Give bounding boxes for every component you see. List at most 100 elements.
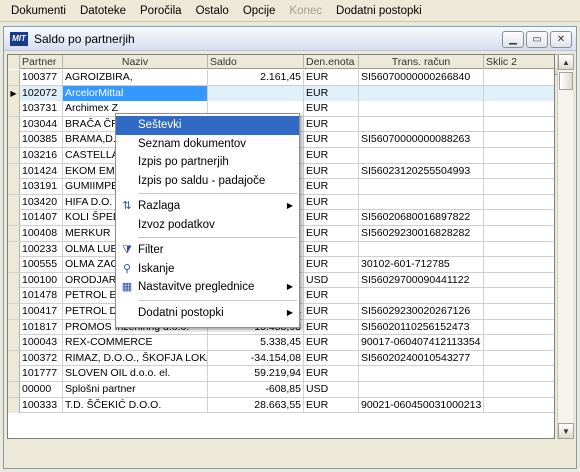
row-indicator[interactable]: [8, 179, 20, 195]
cell-partner[interactable]: 100377: [20, 70, 63, 85]
cell-saldo[interactable]: 2.161,45: [208, 70, 304, 85]
cell-naziv[interactable]: Splošni partner: [63, 382, 208, 397]
cell-partner[interactable]: 100100: [20, 272, 63, 288]
cell-partner[interactable]: 101817: [20, 319, 63, 335]
table-row[interactable]: 100333 T.D. ŠČEKIĆ D.O.O. 28.663,55 EUR 9002…: [8, 397, 554, 414]
row-indicator[interactable]: [8, 272, 20, 288]
cell-partner[interactable]: 102072: [20, 85, 63, 101]
cell-den[interactable]: EUR: [304, 288, 359, 304]
cell-partner[interactable]: 100333: [20, 397, 63, 413]
cell-sklic[interactable]: [484, 70, 554, 85]
table-row[interactable]: 101777 SLOVEN OIL d.o.o. el. 59.219,94 EUR: [8, 366, 554, 382]
cell-trans[interactable]: [359, 366, 484, 382]
row-indicator[interactable]: [8, 148, 20, 163]
cell-sklic[interactable]: [484, 273, 554, 288]
maximize-button[interactable]: ▭: [526, 31, 548, 48]
cell-saldo[interactable]: -34.154,08: [208, 350, 304, 366]
table-row[interactable]: 00000 Splošni partner -608,85 USD: [8, 382, 554, 398]
column-header-naziv[interactable]: Naziv: [63, 55, 208, 69]
menu-poro-ila[interactable]: Poročila: [133, 0, 189, 22]
cell-trans[interactable]: SI56023120255504993: [359, 163, 484, 179]
scroll-down-button[interactable]: ▼: [558, 423, 574, 439]
context-item-sestevki[interactable]: Seštevki: [116, 116, 299, 135]
menu-ostalo[interactable]: Ostalo: [189, 0, 236, 22]
cell-naziv[interactable]: ArcelorMittal: [63, 85, 208, 101]
cell-trans[interactable]: [359, 382, 484, 397]
row-indicator[interactable]: [8, 226, 20, 241]
cell-trans[interactable]: [359, 194, 484, 210]
row-indicator[interactable]: [8, 382, 20, 397]
cell-sklic[interactable]: [484, 179, 554, 194]
table-row[interactable]: 100377 AGROIZBIRA, 2.161,45 EUR SI5607000000…: [8, 70, 554, 86]
scroll-thumb[interactable]: [559, 72, 573, 90]
cell-trans[interactable]: SI56020110256152473: [359, 319, 484, 335]
context-item-izpis-po-saldu-padajoce[interactable]: Izpis po saldu - padajoče: [116, 172, 299, 191]
context-item-iskanje[interactable]: ⚲ Iskanje: [116, 260, 299, 279]
row-indicator[interactable]: [8, 163, 20, 179]
cell-partner[interactable]: 103420: [20, 194, 63, 210]
cell-sklic[interactable]: [484, 366, 554, 381]
cell-naziv[interactable]: SLOVEN OIL d.o.o. el.: [63, 366, 208, 382]
cell-den[interactable]: EUR: [304, 132, 359, 148]
scroll-up-button[interactable]: ▲: [558, 54, 574, 70]
cell-den[interactable]: EUR: [304, 194, 359, 210]
cell-den[interactable]: EUR: [304, 163, 359, 179]
cell-sklic[interactable]: [484, 257, 554, 272]
cell-sklic[interactable]: [484, 382, 554, 397]
cell-trans[interactable]: [359, 101, 484, 117]
row-indicator[interactable]: [8, 116, 20, 132]
cell-den[interactable]: EUR: [304, 335, 359, 351]
cell-naziv[interactable]: AGROIZBIRA,: [63, 70, 208, 85]
cell-den[interactable]: EUR: [304, 116, 359, 132]
cell-sklic[interactable]: [484, 304, 554, 319]
cell-sklic[interactable]: [484, 351, 554, 366]
cell-sklic[interactable]: [484, 320, 554, 335]
cell-partner[interactable]: 101424: [20, 163, 63, 179]
cell-den[interactable]: EUR: [304, 210, 359, 226]
cell-den[interactable]: EUR: [304, 85, 359, 101]
cell-partner[interactable]: 103191: [20, 179, 63, 195]
column-header-sklic-2[interactable]: Sklic 2: [484, 55, 554, 69]
cell-saldo[interactable]: 5.338,45: [208, 335, 304, 351]
context-item-dodatni-postopki[interactable]: Dodatni postopki ▶: [116, 304, 299, 323]
cell-den[interactable]: EUR: [304, 241, 359, 257]
cell-trans[interactable]: SI56029700090441122: [359, 272, 484, 288]
row-indicator[interactable]: [8, 132, 20, 148]
cell-partner[interactable]: 101478: [20, 288, 63, 304]
cell-partner[interactable]: 103731: [20, 101, 63, 117]
cell-sklic[interactable]: [484, 335, 554, 350]
cell-partner[interactable]: 100385: [20, 132, 63, 148]
cell-trans[interactable]: SI56020240010543277: [359, 350, 484, 366]
cell-trans[interactable]: SI56029230016828282: [359, 226, 484, 241]
cell-den[interactable]: EUR: [304, 70, 359, 85]
cell-den[interactable]: EUR: [304, 304, 359, 319]
cell-sklic[interactable]: [484, 195, 554, 210]
context-item-izvoz-podatkov[interactable]: Izvoz podatkov: [116, 216, 299, 235]
menu-opcije[interactable]: Opcije: [236, 0, 283, 22]
minimize-button[interactable]: ▁: [502, 31, 524, 48]
cell-den[interactable]: USD: [304, 272, 359, 288]
cell-saldo[interactable]: 59.219,94: [208, 366, 304, 382]
cell-den[interactable]: EUR: [304, 397, 359, 413]
cell-naziv[interactable]: RIMAZ, D.O.O., ŠKOFJA LOKA: [63, 350, 208, 366]
cell-trans[interactable]: SI56029230020267126: [359, 304, 484, 319]
row-indicator[interactable]: [8, 288, 20, 304]
context-item-razlaga[interactable]: ⇅ Razlaga ▶: [116, 197, 299, 216]
row-indicator[interactable]: [8, 101, 20, 117]
row-indicator[interactable]: ▶: [8, 85, 20, 101]
close-button[interactable]: ✕: [550, 31, 572, 48]
row-indicator[interactable]: [8, 70, 20, 85]
cell-partner[interactable]: 100408: [20, 226, 63, 241]
cell-sklic[interactable]: [484, 288, 554, 303]
cell-den[interactable]: EUR: [304, 350, 359, 366]
cell-trans[interactable]: SI56070000000088263: [359, 132, 484, 148]
cell-naziv[interactable]: T.D. ŠČEKIĆ D.O.O.: [63, 397, 208, 413]
cell-den[interactable]: EUR: [304, 257, 359, 273]
context-item-izpis-po-partnerjih[interactable]: Izpis po partnerjih: [116, 153, 299, 172]
cell-trans[interactable]: 90017-060407412113354: [359, 335, 484, 351]
vertical-scrollbar[interactable]: ▲ ▼: [557, 54, 574, 439]
menu-konec[interactable]: Konec: [282, 0, 329, 22]
cell-trans[interactable]: [359, 85, 484, 101]
cell-partner[interactable]: 103044: [20, 116, 63, 132]
cell-sklic[interactable]: [484, 210, 554, 225]
